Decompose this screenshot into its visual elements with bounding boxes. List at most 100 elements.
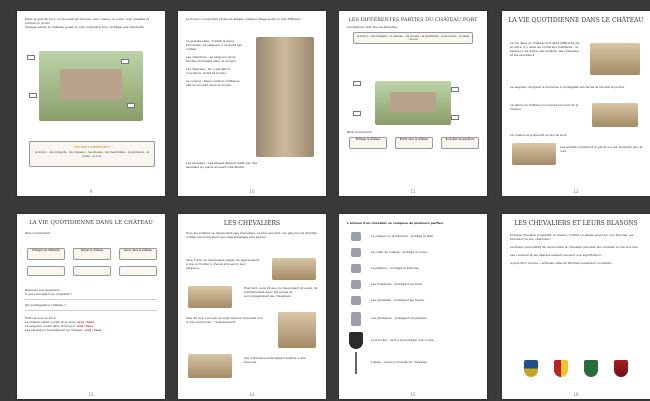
paragraph: Les soldats montaient la garde sur les r… [560, 145, 643, 153]
greave-icon [351, 312, 361, 326]
blason-shield-icon [524, 360, 538, 377]
page-13[interactable]: LA VIE QUOTIDIENNE DANS LE CHÂTEAU Relie… [17, 214, 165, 399]
match-box: Protéger le château [349, 137, 387, 149]
label-box [127, 103, 135, 108]
intro-text-2: Chaque partie du château jouait un rôle … [25, 25, 145, 29]
knighting-illustration [278, 312, 316, 348]
match-box-empty [119, 266, 157, 276]
paragraph: La vie dans un château fort était différ… [510, 41, 580, 57]
instruction: Relie correctement : [25, 232, 52, 235]
armor-item: Le plastron : protège la poitrine. [371, 266, 420, 270]
paragraph: Tous les enfants ne devenaient pas cheva… [186, 231, 317, 239]
lady-illustration [592, 103, 638, 127]
page-title: LES CHEVALIERS [223, 220, 281, 227]
label-box [353, 81, 361, 86]
armor-item: Le casque ou le heaume : protège la tête… [371, 234, 434, 238]
instruction: Complète les mots dans les étiquettes : [347, 26, 399, 29]
label-box [451, 115, 459, 120]
page-9[interactable]: Dans la grande cour, on trouvait les écu… [17, 11, 165, 196]
paragraph: Chaque chevalier possédait un blason. C'… [510, 233, 634, 241]
statement: Les serviteurs travaillaient au château.… [25, 328, 102, 332]
match-box: Entrer dans le château [395, 137, 433, 149]
paragraph: La grande salle : C'était la pièce princ… [186, 39, 242, 51]
armor-item: Les gantelets : protègent les mains. [371, 298, 425, 302]
gauntlet-icon [351, 296, 361, 305]
armor-item: Les brassards : protègent les bras. [371, 282, 423, 286]
label-box [451, 87, 459, 92]
paragraph: Plus tard, vers 14 ans, ils devenaient é… [244, 286, 318, 298]
paragraph: La cuisine : Dans certains châteaux, ell… [186, 79, 241, 87]
sword-icon [355, 352, 357, 374]
page-title: LES CHEVALIERS ET LEURS BLASONS [514, 220, 638, 227]
breastplate-icon [351, 264, 361, 273]
page-10[interactable]: Le donjon comportait plusieurs étages. C… [178, 11, 326, 196]
page-title: L'armure d'un chevalier se compose de pl… [347, 221, 444, 225]
match-box-empty [73, 266, 111, 276]
question: À quoi servaient les remparts ? [25, 292, 72, 296]
castle-life-illustration [590, 43, 640, 75]
castle-illustration [375, 81, 451, 125]
page-number: 13 [88, 392, 94, 397]
page-15[interactable]: L'armure d'un chevalier se compose de pl… [339, 214, 487, 399]
paragraph: Les réserves : On y gardait la nourritur… [186, 67, 230, 75]
instruction: Relie correctement : [347, 131, 374, 134]
page-number: 10 [249, 189, 255, 194]
vambrace-icon [351, 280, 361, 289]
squire-illustration [188, 286, 232, 308]
page-number: 14 [249, 392, 255, 397]
chainmail-icon [351, 248, 361, 257]
label-box [121, 59, 129, 64]
page-12[interactable]: LA VIE QUOTIDIENNE DANS LE CHÂTEAU La vi… [502, 11, 650, 196]
paragraph: Les chambres : Le seigneur et sa famille… [186, 55, 237, 63]
answer-line[interactable] [25, 309, 157, 310]
page-illustration [272, 258, 316, 280]
paragraph: La dame du château s'occupait souvent de… [510, 103, 579, 111]
paragraph: Aujourd'hui encore, certaines villes et … [510, 261, 613, 265]
intro-text: Dans la grande cour, on trouvait les écu… [25, 17, 149, 25]
match-box: Servir dans le château [119, 248, 157, 260]
match-box-empty [27, 266, 65, 276]
page-title: LES DIFFÉRENTES PARTIES DU CHÂTEAU FORT [348, 17, 478, 23]
armor-item: Les jambières : protègent les jambes. [371, 316, 428, 320]
label-box [27, 55, 35, 60]
paragraph: Le blason permettait de reconnaître le c… [510, 245, 639, 249]
match-box: Diriger le château [73, 248, 111, 260]
armor-item: L'épée : arme principale du chevalier. [371, 360, 428, 364]
answer-line[interactable] [25, 299, 157, 300]
important-words-box: LES MOTS IMPORTANTS le donjon – les remp… [29, 141, 155, 167]
paragraph: Les chevaliers participaient parfois à d… [244, 356, 306, 364]
paragraph: Les couleurs et les dessins avaient souv… [510, 253, 602, 257]
armor-item: Le bouclier : sert à se protéger des cou… [371, 338, 435, 342]
armor-item: La cotte de mailles : protège le corps. [371, 250, 428, 254]
blason-shield-icon [584, 360, 598, 377]
tournament-illustration [188, 354, 232, 378]
word-bank: le donjon – les remparts – le créneau – … [353, 32, 473, 44]
page-14[interactable]: LES CHEVALIERS Tous les enfants ne deven… [178, 214, 326, 399]
page-number: 11 [410, 189, 416, 194]
label-box [353, 111, 361, 116]
blason-shield-icon [614, 360, 628, 377]
box-text: le donjon – les remparts – les créneaux … [34, 151, 150, 158]
paragraph: Le donjon comportait plusieurs étages. C… [186, 17, 303, 21]
page-11[interactable]: LES DIFFÉRENTES PARTIES DU CHÂTEAU FORT … [339, 11, 487, 196]
paragraph: Le seigneur dirigeait le domaine. Il pro… [510, 85, 626, 89]
tower-cutaway-illustration [256, 37, 314, 157]
helmet-icon [351, 232, 361, 241]
blason-shield-icon [554, 360, 568, 377]
paragraph: Vers 7 ans, ils devenaient pages. Ils ap… [186, 258, 259, 270]
box-title: LES MOTS IMPORTANTS [74, 145, 110, 149]
page-number: 12 [573, 189, 579, 194]
match-box: Surveiller les alentours [441, 137, 479, 149]
shield-icon [349, 332, 363, 349]
label-box [29, 93, 37, 98]
kitchen-illustration [512, 143, 556, 165]
page-title: LA VIE QUOTIDIENNE DANS LE CHÂTEAU [508, 17, 644, 24]
page-16[interactable]: LES CHEVALIERS ET LEURS BLASONS Chaque c… [502, 214, 650, 399]
page-number: 9 [89, 189, 93, 194]
paragraph: La cuisine se préparait au feu de bois. [510, 133, 568, 137]
paragraph: Les escaliers : Les étages étaient relié… [186, 161, 258, 169]
page-number: 16 [573, 392, 579, 397]
page-number: 15 [410, 392, 416, 397]
page-title: LA VIE QUOTIDIENNE DANS LE CHÂTEAU [29, 220, 153, 226]
match-box: Protéger les habitants [27, 248, 65, 260]
